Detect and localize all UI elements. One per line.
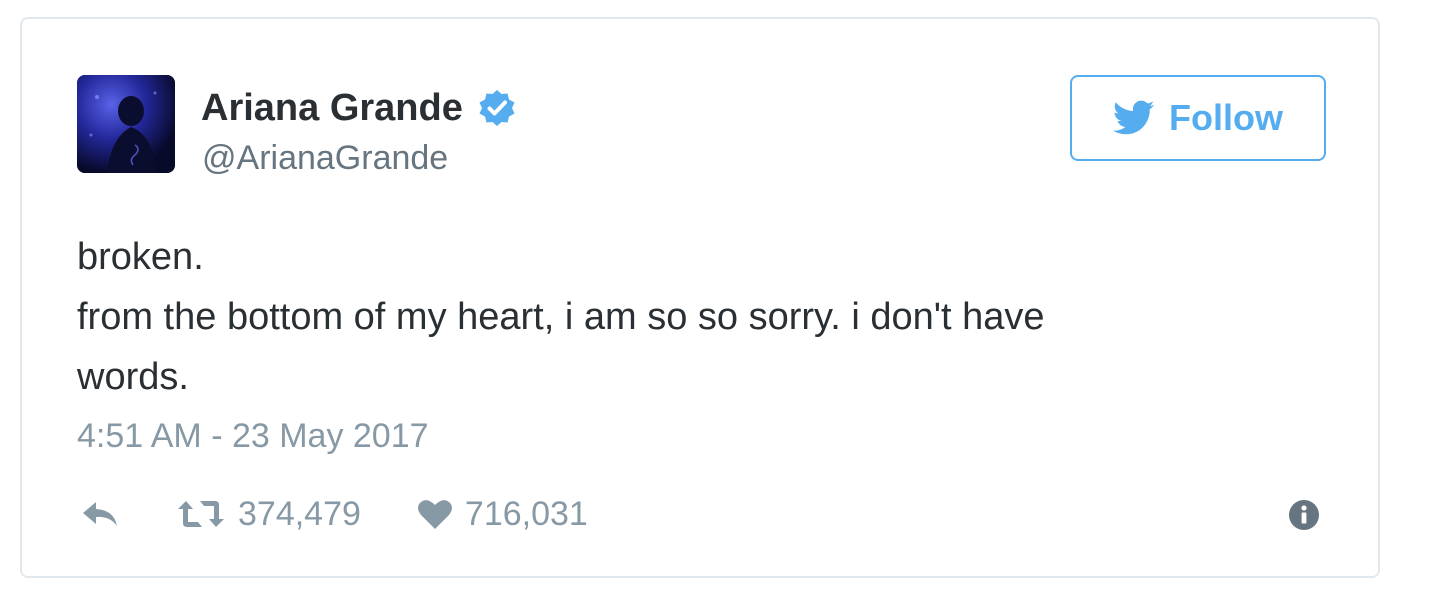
- twitter-bird-icon: [1113, 100, 1155, 135]
- follow-button[interactable]: Follow: [1070, 75, 1326, 161]
- tweet-line-3: words.: [77, 356, 189, 398]
- avatar[interactable]: [77, 75, 175, 173]
- tweet-card: Ariana Grande @ArianaGrande Follow broke…: [20, 17, 1380, 578]
- verified-badge-icon: [477, 88, 517, 128]
- like-count: 716,031: [464, 494, 588, 533]
- info-icon: [1289, 500, 1319, 530]
- tweet-actions: 374,479 716,031: [80, 489, 588, 539]
- tweet-line-1: broken.: [77, 236, 204, 278]
- tweet-timestamp[interactable]: 4:51 AM - 23 May 2017: [77, 417, 429, 456]
- tweet-line-2: from the bottom of my heart, i am so so …: [77, 296, 1045, 338]
- reply-button[interactable]: [80, 499, 124, 529]
- tweet-text: broken. from the bottom of my heart, i a…: [77, 227, 1297, 407]
- user-handle[interactable]: @ArianaGrande: [202, 139, 448, 178]
- heart-icon: [417, 500, 452, 529]
- retweet-icon: [178, 501, 224, 527]
- follow-label: Follow: [1169, 97, 1283, 138]
- retweet-count: 374,479: [238, 494, 361, 533]
- like-button[interactable]: 716,031: [417, 495, 588, 534]
- reply-icon: [83, 502, 117, 526]
- profile-photo-icon: [77, 75, 175, 173]
- display-name[interactable]: Ariana Grande: [201, 87, 463, 130]
- retweet-button[interactable]: 374,479: [176, 495, 361, 534]
- info-button[interactable]: [1288, 499, 1320, 531]
- name-row: Ariana Grande: [201, 85, 517, 131]
